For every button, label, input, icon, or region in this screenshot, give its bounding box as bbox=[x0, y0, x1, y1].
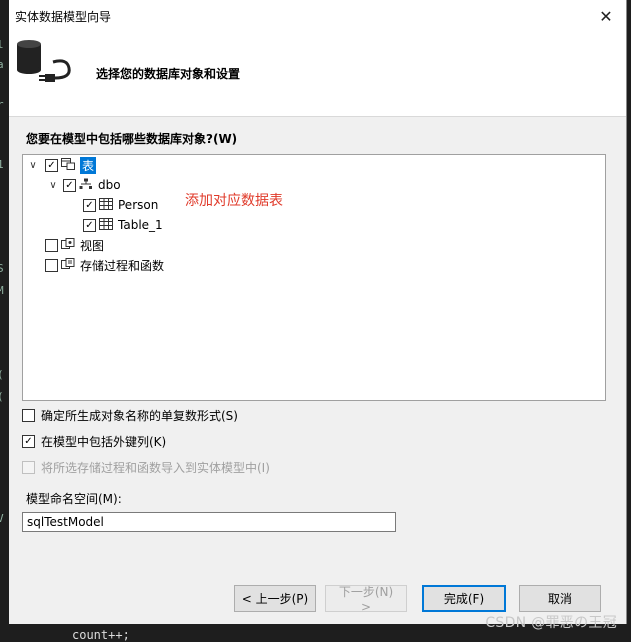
objects-question-label: 您要在模型中包括哪些数据库对象?(W) bbox=[26, 132, 238, 146]
import-procedures-checkbox bbox=[22, 461, 35, 474]
tree-label: 视图 bbox=[80, 238, 105, 253]
views-icon bbox=[61, 237, 75, 253]
tree-label: Table_1 bbox=[118, 218, 163, 232]
cancel-button[interactable]: 取消 bbox=[519, 585, 601, 612]
namespace-label: 模型命名空间(M): bbox=[26, 492, 122, 506]
option-pluralize[interactable]: 确定所生成对象名称的单复数形式(S) bbox=[22, 407, 238, 424]
table-icon bbox=[99, 217, 113, 233]
namespace-input[interactable] bbox=[22, 512, 396, 532]
tree-checkbox-procedures[interactable] bbox=[45, 258, 58, 272]
annotation-text: 添加对应数据表 bbox=[185, 193, 283, 209]
tree-label: 表 bbox=[80, 156, 97, 174]
tree-checkbox-table-1[interactable]: ✓ bbox=[83, 218, 96, 232]
database-objects-tree[interactable]: ∨ ✓ 表 ∨ ✓ dbo ✓ Person ✓ Table_1 视图 存储过程… bbox=[22, 154, 606, 401]
database-connect-icon bbox=[13, 38, 77, 102]
close-button[interactable]: ✕ bbox=[596, 6, 616, 26]
tree-node-dbo[interactable]: ∨ ✓ dbo bbox=[47, 175, 121, 195]
wizard-header: 选择您的数据库对象和设置 bbox=[9, 32, 626, 117]
tree-node-person[interactable]: ✓ Person bbox=[83, 195, 158, 215]
schema-icon bbox=[79, 178, 93, 193]
finish-button[interactable]: 完成(F) bbox=[422, 585, 506, 612]
previous-button[interactable]: < 上一步(P) bbox=[234, 585, 316, 612]
tree-checkbox-dbo[interactable]: ✓ bbox=[63, 178, 76, 192]
option-foreign-keys[interactable]: ✓ 在模型中包括外键列(K) bbox=[22, 433, 166, 450]
expand-chevron-icon[interactable]: ∨ bbox=[27, 160, 39, 171]
tree-checkbox-views[interactable] bbox=[45, 238, 58, 252]
tree-node-tables[interactable]: ∨ ✓ 表 bbox=[27, 155, 97, 175]
expand-chevron-icon[interactable]: ∨ bbox=[47, 180, 59, 191]
tree-node-views[interactable]: 视图 bbox=[45, 235, 104, 255]
background-code-line: count++; bbox=[72, 628, 130, 642]
foreign-keys-checkbox[interactable]: ✓ bbox=[22, 435, 35, 448]
tree-label: dbo bbox=[98, 178, 121, 192]
table-icon bbox=[99, 197, 113, 213]
procedures-icon bbox=[61, 257, 75, 273]
next-button: 下一步(N) > bbox=[325, 585, 407, 614]
tree-label: 存储过程和函数 bbox=[80, 258, 165, 273]
tree-node-procedures[interactable]: 存储过程和函数 bbox=[45, 255, 164, 275]
option-label: 确定所生成对象名称的单复数形式(S) bbox=[41, 409, 238, 423]
entity-data-model-wizard-dialog: 实体数据模型向导 ✕ 选择您的数据库对象和设置 您要在模型中包括哪些数据库对象?… bbox=[9, 0, 627, 624]
window-title: 实体数据模型向导 bbox=[15, 10, 112, 24]
tree-node-table-1[interactable]: ✓ Table_1 bbox=[83, 215, 163, 235]
tree-checkbox-person[interactable]: ✓ bbox=[83, 198, 96, 212]
option-label: 在模型中包括外键列(K) bbox=[41, 435, 167, 449]
tree-label: Person bbox=[118, 198, 159, 212]
csdn-watermark: CSDN @罪恶の王冠 bbox=[485, 615, 617, 631]
title-bar: 实体数据模型向导 ✕ bbox=[9, 0, 626, 32]
tables-icon bbox=[61, 157, 75, 173]
pluralize-checkbox[interactable] bbox=[22, 409, 35, 422]
wizard-subtitle: 选择您的数据库对象和设置 bbox=[96, 67, 241, 81]
option-import-procedures: 将所选存储过程和函数导入到实体模型中(I) bbox=[22, 459, 270, 476]
option-label: 将所选存储过程和函数导入到实体模型中(I) bbox=[41, 461, 270, 475]
tree-checkbox-tables[interactable]: ✓ bbox=[45, 158, 58, 172]
